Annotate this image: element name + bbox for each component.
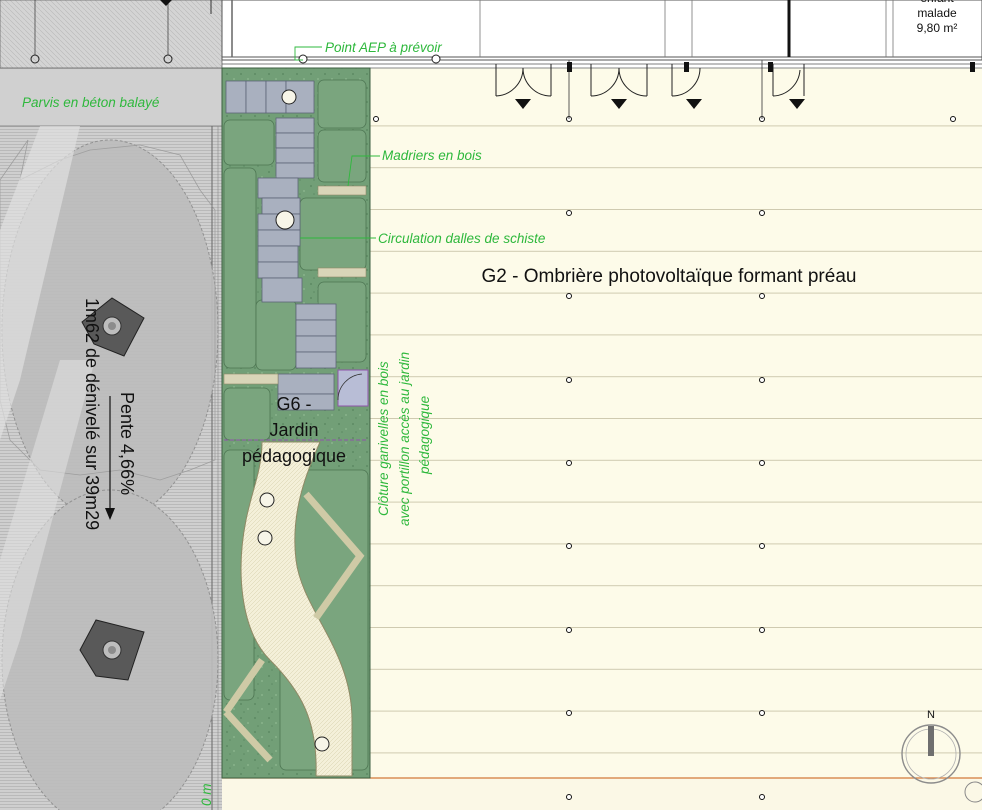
room-label-line1: enfant <box>920 0 954 5</box>
column-marker <box>431 54 441 64</box>
zone-g6-line3: pédagogique <box>242 446 346 466</box>
zone-g2-label: G2 - Ombrière photovoltaïque formant pré… <box>482 266 857 287</box>
north-label: N <box>927 709 935 721</box>
zone-g6-line1: G6 - <box>276 394 311 414</box>
annotation-cloture-line3: pédagogique <box>417 396 432 475</box>
annotation-cloture-line2: avec portillon accès au jardin <box>397 352 412 526</box>
column-marker <box>298 54 308 64</box>
slope-pente-label: Pente 4,66% <box>117 392 137 495</box>
edge-dimension-label: 0 m <box>199 783 214 806</box>
site-plan: Pente 4,66% 1m62 de dénivelé sur 39m29 P… <box>0 0 982 810</box>
annotation-circulation: Circulation dalles de schiste <box>378 231 545 246</box>
zone-g6-line2: Jardin <box>269 420 318 440</box>
slope-denivele-label: 1m62 de dénivelé sur 39m29 <box>82 298 102 530</box>
building-block <box>0 0 223 69</box>
annotation-parvis: Parvis en béton balayé <box>22 95 159 110</box>
room-label-line2: malade <box>917 6 957 20</box>
annotation-madriers: Madriers en bois <box>382 148 482 163</box>
room-label-area: 9,80 m² <box>917 21 958 35</box>
garden-gate <box>337 369 369 407</box>
bottom-strip <box>222 778 982 810</box>
annotation-point-aep: Point AEP à prévoir <box>325 40 442 55</box>
annotation-cloture-line1: Clôture ganivelles en bois <box>376 361 391 516</box>
